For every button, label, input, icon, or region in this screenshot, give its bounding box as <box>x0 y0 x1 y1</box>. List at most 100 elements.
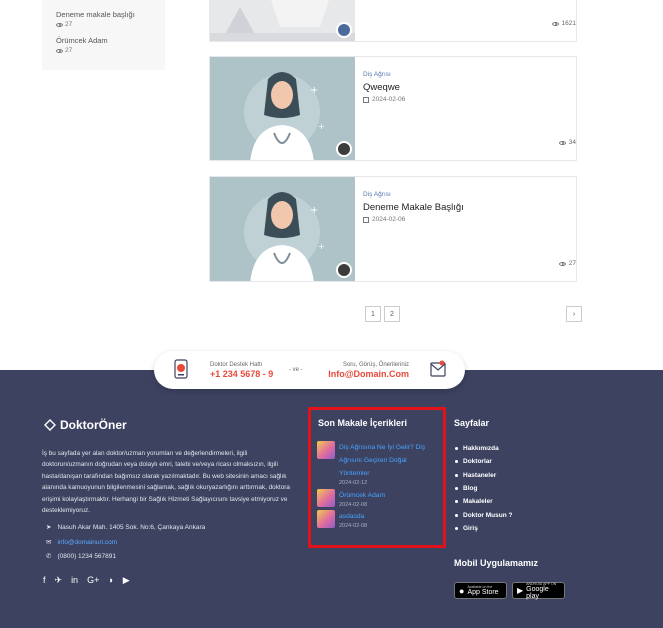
view-count: 34 <box>558 139 576 146</box>
pagination: 1 2 <box>365 306 400 322</box>
next-page-button[interactable]: › <box>566 306 582 322</box>
view-count-value: 27 <box>65 21 73 28</box>
article-date: 2024-02-06 <box>363 216 568 223</box>
popular-articles-list: Deneme makale başlığı 27 Örümcek Adam 27 <box>42 0 165 70</box>
view-count: 27 <box>56 21 165 28</box>
view-count-value: 27 <box>65 47 73 54</box>
support-contact-bar: Doktor Destek Hattı +1 234 5678 - 9 - ve… <box>154 351 465 389</box>
eye-icon <box>558 261 566 266</box>
page-1-button[interactable]: 1 <box>365 306 381 322</box>
article-date-value: 2024-02-06 <box>372 96 406 103</box>
eye-icon <box>56 48 63 53</box>
article-title[interactable]: Deneme Makale Başlığı <box>363 202 568 213</box>
footer-link-articles[interactable]: Makaleler <box>455 495 512 508</box>
recent-article-thumbnail[interactable] <box>317 510 335 528</box>
mail-support-icon <box>430 360 446 377</box>
recent-article-link[interactable]: Örümcek Adam <box>339 489 435 502</box>
footer-email: ✉ info@domainuri.com <box>46 538 117 547</box>
twitter-icon[interactable]: ✈ <box>55 575 63 586</box>
youtube-icon[interactable]: ▶ <box>123 575 130 586</box>
list-item-title[interactable]: Deneme makale başlığı <box>56 10 165 19</box>
recent-article-item[interactable]: Örümcek Adam 2024-02-08 <box>317 489 435 508</box>
article-image[interactable]: + + <box>210 177 355 281</box>
footer-link-login[interactable]: Giriş <box>455 522 512 535</box>
page-2-button[interactable]: 2 <box>384 306 400 322</box>
view-count-value: 1621 <box>561 20 576 27</box>
footer-link-about[interactable]: Hakkımızda <box>455 442 512 455</box>
app-store-big-text: App Store <box>467 589 499 596</box>
recent-article-date: 2024-02-08 <box>339 523 368 529</box>
recent-article-link[interactable]: Diş Ağrısına Ne İyi Gelir? Diş Ağrısını … <box>339 441 435 480</box>
email-link[interactable]: info@domainuri.com <box>57 539 117 546</box>
article-category[interactable]: Diş Ağrısı <box>363 191 568 198</box>
article-image[interactable]: + + <box>210 57 355 160</box>
article-body: Diş Ağrısı Qweqwe 2024-02-06 <box>363 71 568 160</box>
support-email-label: Soru, Görüş, Önerileriniz <box>342 362 409 368</box>
footer-link-hospitals[interactable]: Hastaneler <box>455 469 512 482</box>
envelope-icon: ✉ <box>46 539 52 546</box>
eye-icon <box>558 140 566 145</box>
article-category[interactable]: Diş Ağrısı <box>363 71 568 78</box>
calendar-icon <box>363 96 369 103</box>
author-avatar <box>336 262 352 278</box>
recent-article-date: 2024-02-12 <box>339 480 368 486</box>
linkedin-icon[interactable]: in <box>71 575 78 586</box>
article-date-value: 2024-02-06 <box>372 216 406 223</box>
facebook-icon[interactable]: f <box>43 575 46 586</box>
svg-text:+: + <box>318 242 325 251</box>
google-plus-icon[interactable]: G+ <box>87 575 99 586</box>
svg-text:+: + <box>318 122 325 131</box>
view-count: 1621 <box>551 20 576 27</box>
article-image[interactable] <box>210 0 355 41</box>
list-item[interactable]: Deneme makale başlığı 27 <box>56 10 165 28</box>
eye-icon <box>551 21 559 26</box>
view-count-value: 27 <box>568 260 576 267</box>
recent-article-item[interactable]: Diş Ağrısına Ne İyi Gelir? Diş Ağrısını … <box>317 441 435 486</box>
support-email-address[interactable]: Info@Domain.Com <box>328 369 409 379</box>
doctor-logo-icon <box>44 419 56 431</box>
app-store-button[interactable]: ● Available on the App Store <box>454 582 507 599</box>
list-item-title[interactable]: Örümcek Adam <box>56 36 165 45</box>
recent-article-thumbnail[interactable] <box>317 489 335 507</box>
svg-text:+: + <box>310 85 318 96</box>
article-title[interactable]: Qweqwe <box>363 82 568 93</box>
recent-article-date: 2024-02-08 <box>339 502 368 508</box>
recent-article-item[interactable]: asdasda 2024-02-08 <box>317 510 435 529</box>
recent-articles-section: Son Makale İçerikleri Diş Ağrısına Ne İy… <box>308 407 446 548</box>
rss-icon[interactable]: ◗ <box>108 575 113 586</box>
recent-article-thumbnail[interactable] <box>317 441 335 459</box>
footer-link-doctors[interactable]: Doktorlar <box>455 455 512 468</box>
view-count: 27 <box>56 47 165 54</box>
logo-text: DoktorÖner <box>60 418 127 432</box>
recent-article-link[interactable]: asdasda <box>339 510 435 523</box>
location-arrow-icon: ➤ <box>46 524 52 531</box>
support-phone-number[interactable]: +1 234 5678 - 9 <box>210 369 273 379</box>
footer-pages-list: Hakkımızda Doktorlar Hastaneler Blog Mak… <box>455 442 512 535</box>
view-count: 27 <box>558 260 576 267</box>
doctor-illustration-icon: + + <box>210 177 355 281</box>
calendar-icon <box>363 216 369 223</box>
doctor-illustration-icon: + + <box>210 57 355 160</box>
support-phone: Doktor Destek Hattı +1 234 5678 - 9 <box>210 362 273 379</box>
svg-text:+: + <box>310 205 318 216</box>
view-count-value: 34 <box>568 139 576 146</box>
footer-about-text: İş bu sayfada yer alan doktor/uzman yoru… <box>42 450 290 515</box>
article-card[interactable]: 1621 <box>209 0 577 42</box>
footer-link-are-you-doctor[interactable]: Doktor Musun ? <box>455 508 512 521</box>
doctor-photo-icon <box>210 0 355 41</box>
author-avatar <box>336 22 352 38</box>
article-card[interactable]: + + Diş Ağrısı Qweqwe 2024-02-06 34 <box>209 56 577 161</box>
article-card[interactable]: + + Diş Ağrısı Deneme Makale Başlığı 202… <box>209 176 577 282</box>
footer-link-blog[interactable]: Blog <box>455 482 512 495</box>
mobile-app-title: Mobil Uygulamamız <box>454 558 539 568</box>
phone-icon: ✆ <box>46 553 52 560</box>
footer-address: ➤ Nasuh Akar Mah. 1405 Sok. No:6, Çankay… <box>46 523 205 532</box>
google-play-button[interactable]: ▶ ANDROID APP ON Google play <box>512 582 565 600</box>
footer-logo[interactable]: DoktorÖner <box>43 418 127 432</box>
list-item[interactable]: Örümcek Adam 27 <box>56 36 165 54</box>
author-avatar <box>336 141 352 157</box>
phone-text: (0800) 1234 567891 <box>57 552 117 560</box>
support-email: Soru, Görüş, Önerileriniz Info@Domain.Co… <box>328 362 409 379</box>
footer-phone: ✆ (0800) 1234 567891 <box>46 552 117 561</box>
play-icon: ▶ <box>517 586 524 595</box>
